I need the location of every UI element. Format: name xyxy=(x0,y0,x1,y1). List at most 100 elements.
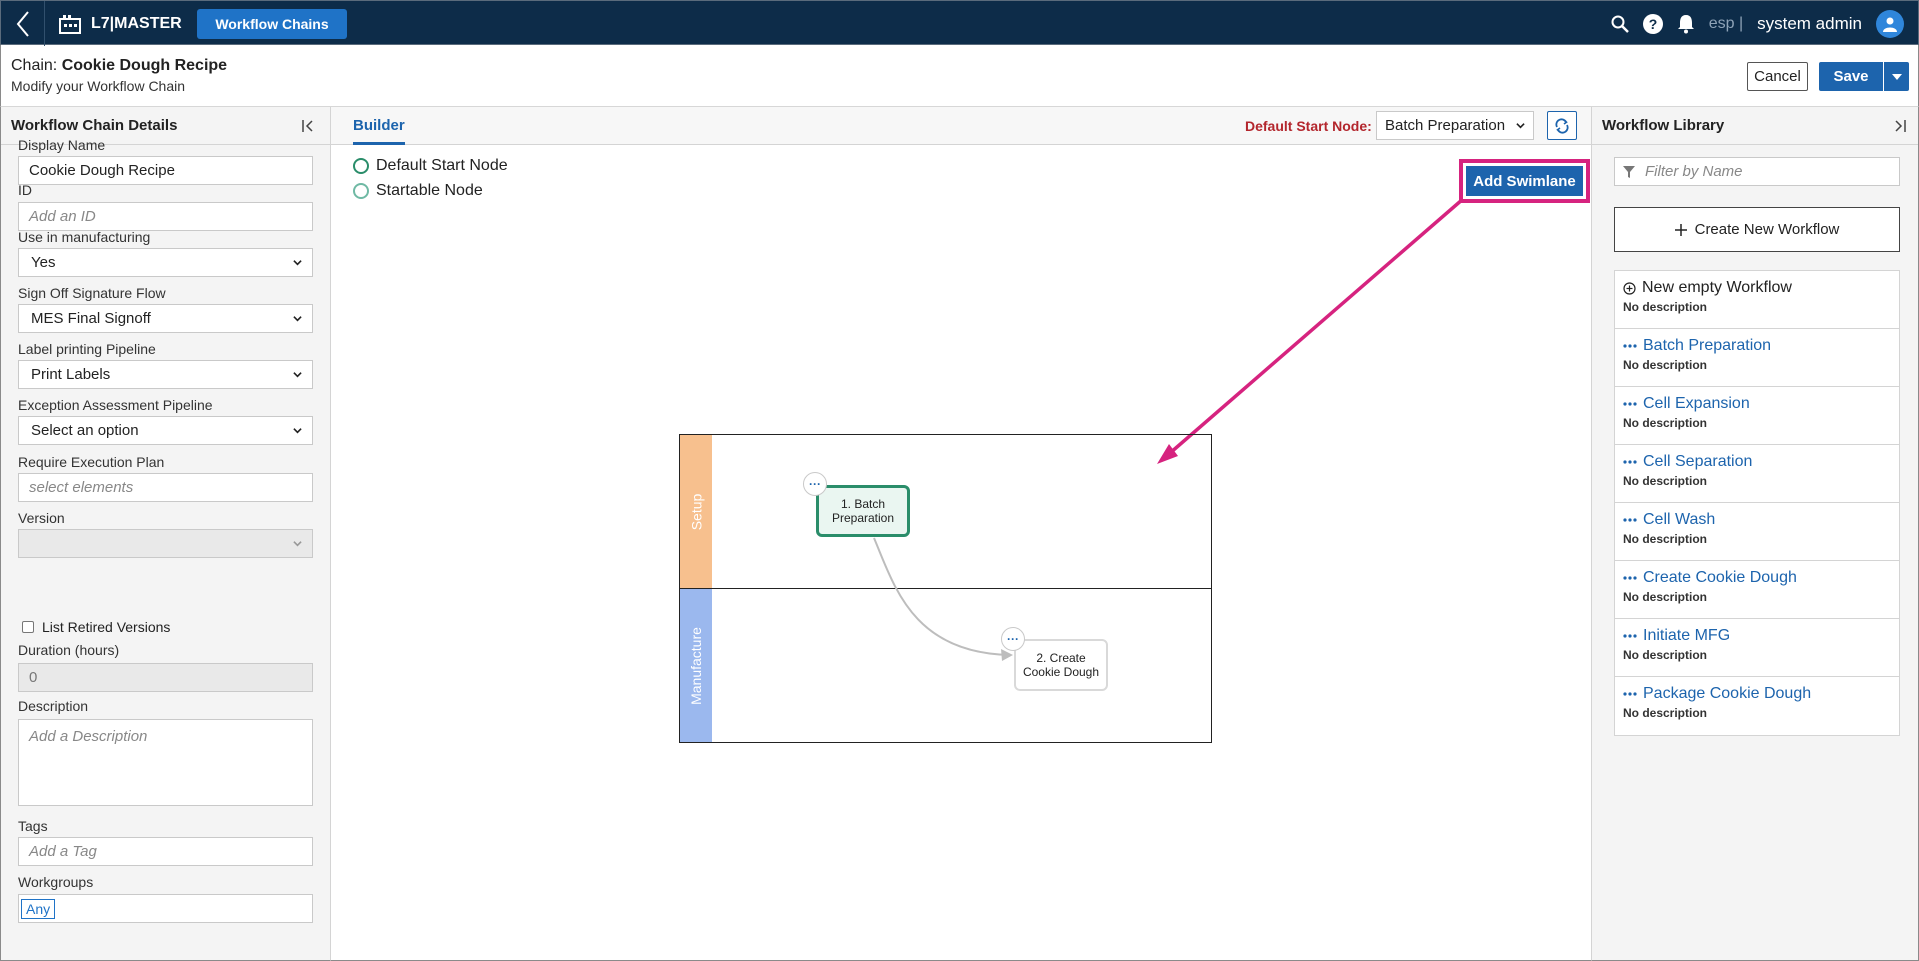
workflow-description: No description xyxy=(1623,590,1708,604)
caret-down-icon xyxy=(1891,73,1902,80)
workflow-node-batch-preparation[interactable]: 1. Batch Preparation xyxy=(816,485,910,537)
filter-input[interactable]: Filter by Name xyxy=(1614,157,1900,186)
plus-icon xyxy=(1674,223,1687,236)
more-icon xyxy=(1623,692,1637,696)
user-icon xyxy=(1883,17,1897,32)
more-icon xyxy=(1623,518,1637,522)
id-label: ID xyxy=(18,182,32,198)
more-icon xyxy=(1623,344,1637,348)
more-icon xyxy=(1623,402,1637,406)
chevron-down-icon xyxy=(293,541,302,547)
workflow-description: No description xyxy=(1623,416,1708,430)
use-in-manufacturing-select[interactable]: Yes xyxy=(18,248,313,277)
back-button[interactable] xyxy=(1,1,45,46)
workflow-name: New empty Workflow xyxy=(1642,279,1792,296)
more-icon xyxy=(1623,634,1637,638)
chain-name: Cookie Dough Recipe xyxy=(61,57,228,74)
tags-label: Tags xyxy=(18,818,48,834)
app-name: L7|MASTER xyxy=(91,14,182,32)
version-select xyxy=(18,529,313,558)
user-name[interactable]: system admin xyxy=(1757,14,1862,34)
create-new-workflow-button[interactable]: Create New Workflow xyxy=(1614,207,1900,252)
list-item[interactable]: New empty Workflow No description xyxy=(1615,271,1899,329)
list-retired-versions-row[interactable]: List Retired Versions xyxy=(22,619,170,635)
save-options-button[interactable] xyxy=(1884,62,1909,91)
list-retired-versions-label: List Retired Versions xyxy=(42,619,171,635)
list-retired-versions-checkbox[interactable] xyxy=(22,621,34,633)
more-icon[interactable]: ··· xyxy=(1001,627,1025,651)
collapse-left-icon[interactable] xyxy=(302,118,318,134)
app-logo-icon xyxy=(59,14,81,34)
list-item[interactable]: Cell Separation No description xyxy=(1615,445,1899,503)
page-title: Chain: Cookie Dough Recipe xyxy=(11,57,228,74)
workflow-name: Initiate MFG xyxy=(1643,627,1731,644)
filter-icon xyxy=(1623,165,1635,178)
workflow-description: No description xyxy=(1623,648,1708,662)
display-name-input[interactable]: Cookie Dough Recipe xyxy=(18,156,313,185)
workflow-description: No description xyxy=(1623,474,1708,488)
execution-plan-label: Require Execution Plan xyxy=(18,454,165,470)
workgroups-input[interactable]: Any xyxy=(18,894,313,923)
workflow-chains-nav-button[interactable]: Workflow Chains xyxy=(197,9,347,39)
workflow-name: Cell Separation xyxy=(1643,453,1753,470)
signoff-flow-select[interactable]: MES Final Signoff xyxy=(18,304,313,333)
workgroup-tag-any[interactable]: Any xyxy=(21,898,56,919)
workflow-description: No description xyxy=(1623,300,1708,314)
edge-connector xyxy=(873,537,1013,661)
page-subtitle: Modify your Workflow Chain xyxy=(11,78,186,94)
cancel-button[interactable]: Cancel xyxy=(1747,62,1808,91)
list-item[interactable]: Create Cookie Dough No description xyxy=(1615,561,1899,619)
workflow-name: Cell Expansion xyxy=(1643,395,1750,412)
exception-pipeline-label: Exception Assessment Pipeline xyxy=(18,397,213,413)
use-in-manufacturing-label: Use in manufacturing xyxy=(18,229,151,245)
description-label: Description xyxy=(18,698,89,714)
more-icon xyxy=(1623,576,1637,580)
workgroups-label: Workgroups xyxy=(18,874,94,890)
workflow-name: Package Cookie Dough xyxy=(1643,685,1812,702)
workflow-node-create-cookie-dough[interactable]: 2. Create Cookie Dough xyxy=(1014,639,1108,691)
label-pipeline-select[interactable]: Print Labels xyxy=(18,360,313,389)
workflow-description: No description xyxy=(1623,706,1708,720)
exception-pipeline-select[interactable]: Select an option xyxy=(18,416,313,445)
chevron-down-icon xyxy=(293,428,302,434)
version-label: Version xyxy=(18,510,65,526)
workflow-description: No description xyxy=(1623,532,1708,546)
search-icon[interactable] xyxy=(1611,15,1629,33)
add-circle-icon xyxy=(1623,281,1636,295)
svg-text:?: ? xyxy=(1648,16,1657,32)
workflow-chain-details-panel: Workflow Chain Details Display Name Cook… xyxy=(0,107,331,961)
app-brand[interactable]: L7|MASTER xyxy=(59,1,182,46)
signoff-flow-label: Sign Off Signature Flow xyxy=(18,285,166,301)
list-item[interactable]: Batch Preparation No description xyxy=(1615,329,1899,387)
language-indicator[interactable]: esp | xyxy=(1709,15,1743,33)
list-item[interactable]: Package Cookie Dough No description xyxy=(1615,677,1899,735)
swimlane-board: Setup Manufacture 1. Batch Preparation ·… xyxy=(679,434,1212,743)
tags-input[interactable]: Add a Tag xyxy=(18,837,313,866)
id-input[interactable]: Add an ID xyxy=(18,202,313,231)
save-button[interactable]: Save xyxy=(1819,62,1883,91)
list-item[interactable]: Cell Wash No description xyxy=(1615,503,1899,561)
top-nav-bar: L7|MASTER Workflow Chains ? esp | system… xyxy=(0,0,1919,46)
chevron-down-icon xyxy=(293,372,302,378)
avatar[interactable] xyxy=(1876,9,1904,38)
workflow-library-panel: Workflow Library Filter by Name Create N… xyxy=(1591,107,1919,961)
workflow-description: No description xyxy=(1623,358,1708,372)
bell-icon[interactable] xyxy=(1677,14,1695,34)
execution-plan-input[interactable]: select elements xyxy=(18,473,313,502)
panel-title: Workflow Library xyxy=(1592,107,1918,145)
duration-label: Duration (hours) xyxy=(18,642,120,658)
workflow-name: Create Cookie Dough xyxy=(1643,569,1797,586)
workflow-name: Cell Wash xyxy=(1643,511,1716,528)
duration-input: 0 xyxy=(18,663,313,692)
page-header: Chain: Cookie Dough Recipe Modify your W… xyxy=(0,45,1919,107)
display-name-label: Display Name xyxy=(18,137,106,153)
list-item[interactable]: Cell Expansion No description xyxy=(1615,387,1899,445)
list-item[interactable]: Initiate MFG No description xyxy=(1615,619,1899,677)
description-textarea[interactable]: Add a Description xyxy=(18,719,313,806)
collapse-right-icon[interactable] xyxy=(1890,118,1906,134)
chevron-left-icon xyxy=(16,10,29,37)
workflow-library-list: New empty Workflow No description Batch … xyxy=(1614,270,1900,736)
more-icon[interactable]: ··· xyxy=(803,472,827,496)
help-icon[interactable]: ? xyxy=(1642,13,1663,34)
label-pipeline-label: Label printing Pipeline xyxy=(18,341,156,357)
